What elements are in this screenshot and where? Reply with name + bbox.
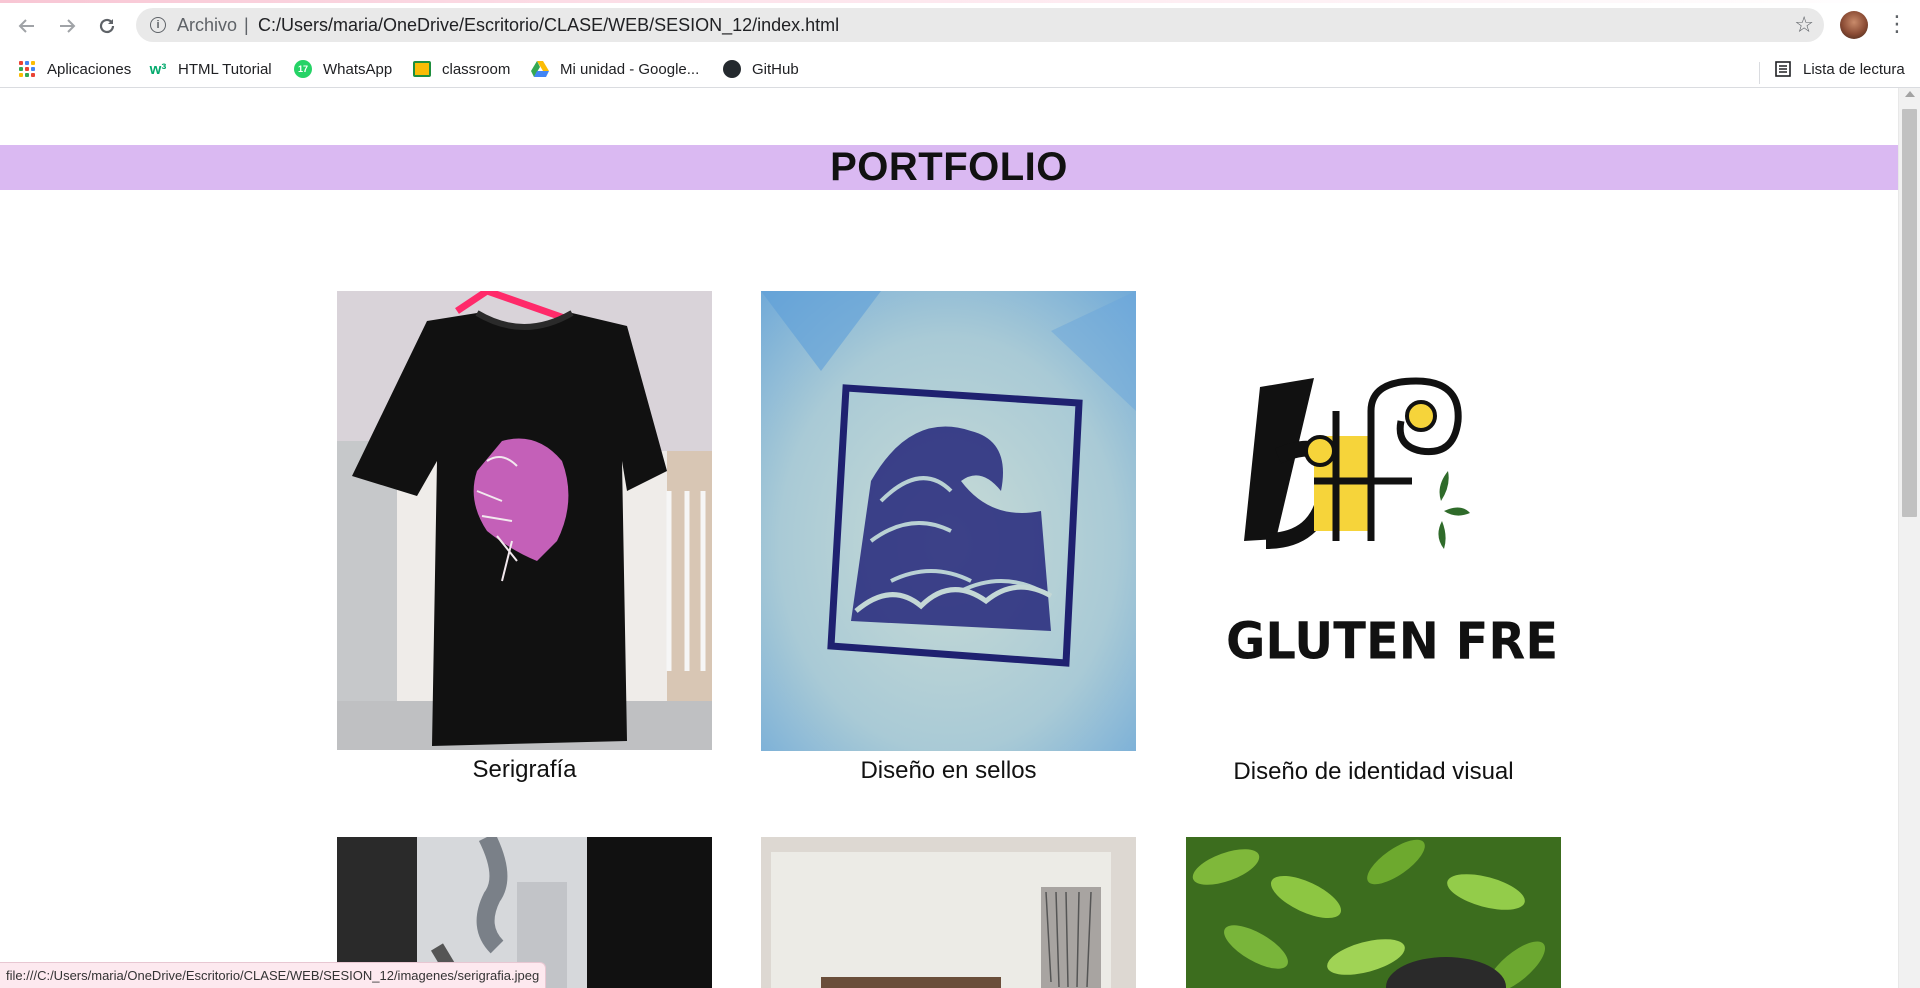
portfolio-item-paper[interactable] (761, 837, 1136, 988)
bookmarks-bar: Aplicaciones w³ HTML Tutorial 17 WhatsAp… (0, 50, 1920, 88)
paper-image[interactable] (761, 837, 1136, 988)
site-info-icon[interactable]: i (150, 17, 166, 33)
caption-sellos: Diseño en sellos (860, 757, 1037, 784)
browser-menu-icon[interactable]: ⋮ (1886, 10, 1908, 40)
portfolio-item-sellos[interactable] (761, 291, 1136, 751)
bookmark-github[interactable]: GitHub (723, 56, 799, 82)
bookmark-apps[interactable]: Aplicaciones (18, 56, 131, 82)
browser-toolbar: i Archivo | C:/Users/maria/OneDrive/Escr… (0, 0, 1920, 50)
page-scrollbar[interactable] (1898, 88, 1920, 988)
reading-list-label: Lista de lectura (1803, 60, 1905, 78)
caption-identidad: Diseño de identidad visual (1233, 758, 1514, 785)
reload-button[interactable] (92, 11, 122, 41)
google-drive-icon (531, 60, 549, 78)
portfolio-item-identidad[interactable]: GLUTEN FREE (1186, 291, 1591, 750)
scroll-up-arrow-icon[interactable] (1905, 91, 1915, 97)
protocol-label: Archivo (177, 15, 238, 35)
bookmark-html-tutorial[interactable]: w³ HTML Tutorial (149, 56, 272, 82)
link-status-bar: file:///C:/Users/maria/OneDrive/Escritor… (0, 962, 547, 988)
web-page: PORTFOLIO Serigrafía Diseño en sellos GL… (0, 88, 1898, 988)
address-separator: | (244, 15, 249, 35)
plant-image[interactable] (1186, 837, 1561, 988)
scrollbar-thumb[interactable] (1902, 109, 1917, 517)
reading-list-button[interactable]: Lista de lectura (1774, 56, 1905, 82)
bookmark-label: classroom (442, 60, 511, 78)
w3schools-icon: w³ (149, 60, 167, 78)
reload-icon (99, 18, 115, 34)
forward-arrow-icon (60, 19, 76, 33)
page-title: PORTFOLIO (830, 145, 1068, 189)
reading-list-icon (1774, 60, 1792, 78)
address-url[interactable]: C:/Users/maria/OneDrive/Escritorio/CLASE… (258, 15, 839, 36)
bookmark-classroom[interactable]: classroom (413, 56, 510, 82)
classroom-icon (413, 60, 431, 78)
bookmark-label: WhatsApp (323, 60, 393, 78)
forward-button[interactable] (52, 11, 82, 41)
tshirt-image[interactable] (337, 287, 712, 750)
bookmark-google-drive[interactable]: Mi unidad - Google... (531, 56, 699, 82)
wave-stamp-image[interactable] (761, 291, 1136, 751)
github-icon (723, 60, 741, 78)
back-arrow-icon (18, 19, 34, 33)
bookmark-label: Mi unidad - Google... (560, 60, 700, 78)
portfolio-header: PORTFOLIO (0, 145, 1898, 190)
gluten-free-logo-image[interactable]: GLUTEN FREE (1186, 291, 1591, 750)
logo-wordmark: GLUTEN FREE (1226, 611, 1561, 670)
portfolio-item-plant[interactable] (1186, 837, 1561, 988)
address-bar[interactable]: i Archivo | C:/Users/maria/OneDrive/Escr… (136, 8, 1824, 42)
bookmark-label: HTML Tutorial (178, 60, 272, 78)
bookmark-label: GitHub (752, 60, 799, 78)
bookmarks-divider (1759, 62, 1760, 84)
bookmark-whatsapp[interactable]: 17 WhatsApp (294, 56, 392, 82)
whatsapp-icon: 17 (294, 60, 312, 78)
bookmark-star-icon[interactable]: ☆ (1794, 12, 1814, 38)
back-button[interactable] (12, 11, 42, 41)
portfolio-item-serigrafia[interactable] (337, 287, 712, 750)
tab-strip-edge (0, 0, 1920, 3)
caption-serigrafia: Serigrafía (472, 756, 577, 783)
bookmark-label: Aplicaciones (47, 60, 132, 78)
apps-grid-icon (18, 60, 36, 78)
profile-avatar[interactable] (1840, 11, 1868, 39)
